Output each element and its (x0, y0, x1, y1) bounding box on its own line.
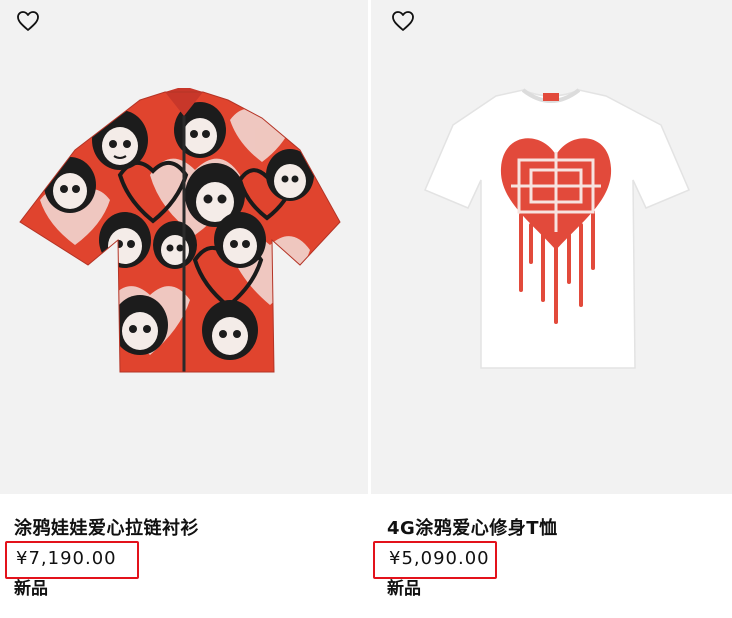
product-image-area[interactable] (371, 0, 732, 494)
wishlist-button[interactable] (16, 10, 40, 32)
product-info: 4G涂鸦爱心修身T恤 ¥5,090.00 新品 (373, 516, 732, 602)
wishlist-button[interactable] (391, 10, 415, 32)
new-badge: 新品 (14, 579, 48, 599)
price-container: ¥5,090.00 (373, 541, 497, 579)
product-price: ¥7,190.00 (16, 548, 117, 569)
product-card[interactable]: 4G涂鸦爱心修身T恤 ¥5,090.00 新品 (371, 0, 732, 618)
product-info: 涂鸦娃娃爱心拉链衬衫 ¥7,190.00 新品 (5, 516, 368, 602)
product-price: ¥5,090.00 (389, 548, 490, 569)
heart-outline-icon (17, 11, 39, 31)
product-name[interactable]: 涂鸦娃娃爱心拉链衬衫 (14, 516, 368, 542)
product-name[interactable]: 4G涂鸦爱心修身T恤 (387, 516, 732, 542)
new-badge: 新品 (387, 579, 421, 599)
product-image-area[interactable] (0, 0, 368, 494)
product-image[interactable] (0, 0, 368, 494)
product-image[interactable] (371, 0, 732, 494)
heart-outline-icon (392, 11, 414, 31)
product-grid: 涂鸦娃娃爱心拉链衬衫 ¥7,190.00 新品 4G涂鸦爱心修身T恤 ¥5,09… (0, 0, 732, 618)
price-container: ¥7,190.00 (5, 541, 139, 579)
product-card[interactable]: 涂鸦娃娃爱心拉链衬衫 ¥7,190.00 新品 (0, 0, 368, 618)
